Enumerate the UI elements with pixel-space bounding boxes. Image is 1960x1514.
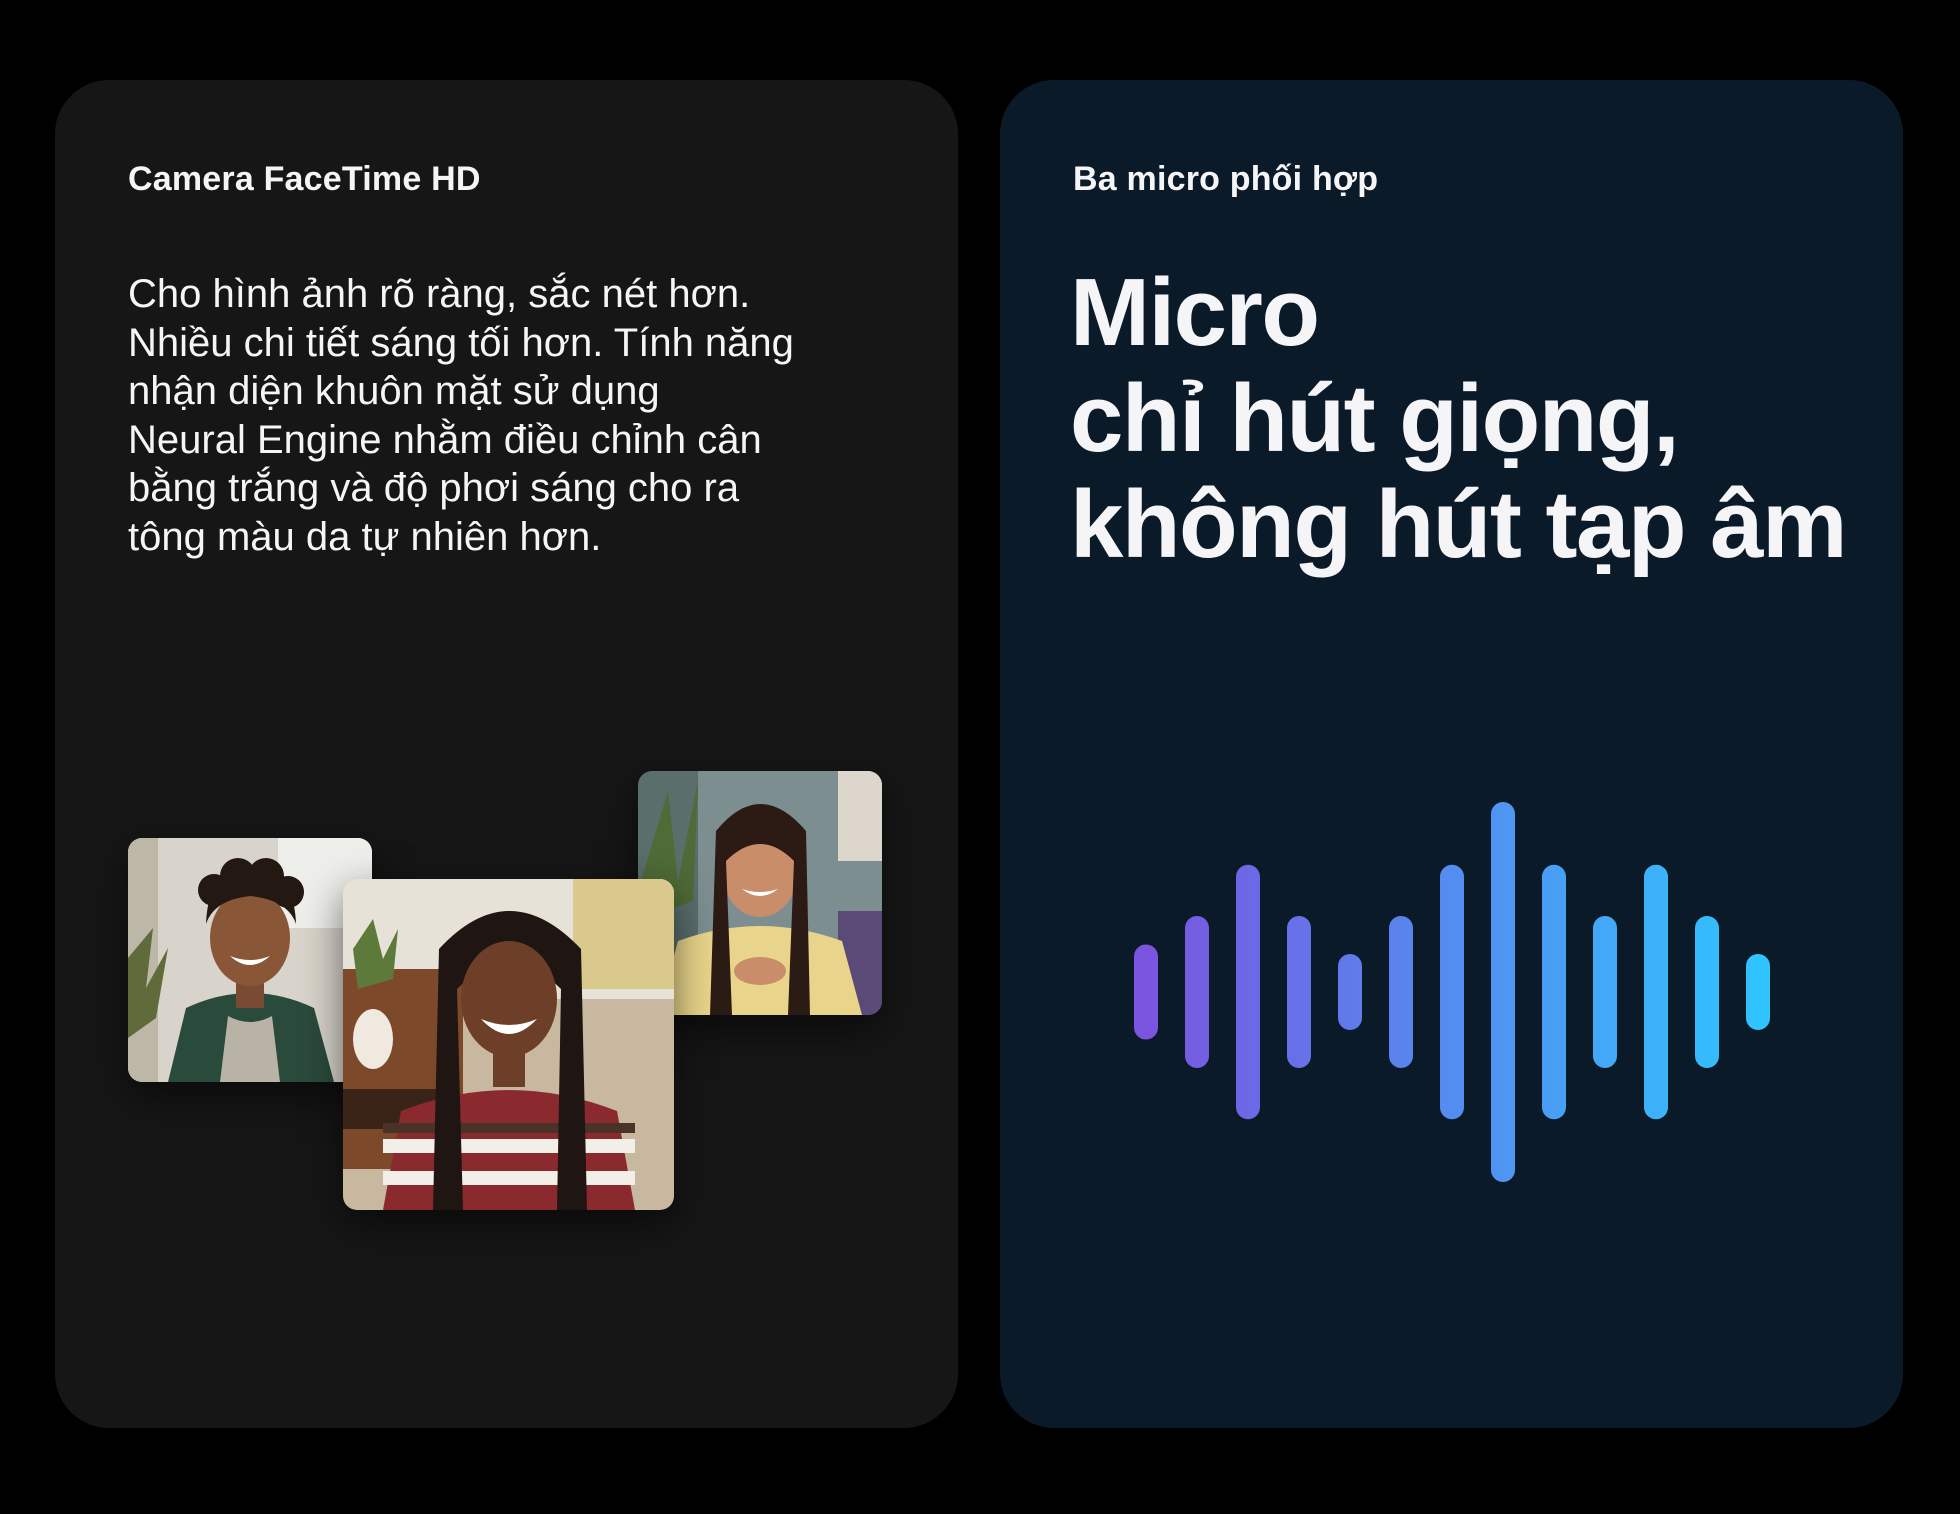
- waveform-bar: [1287, 916, 1311, 1068]
- body-line: Nhiều chi tiết sáng tối hơn. Tính năng: [128, 320, 794, 365]
- waveform-bar: [1440, 864, 1464, 1120]
- facetime-tile-boy: [128, 838, 372, 1082]
- waveform-bar: [1593, 916, 1617, 1068]
- person-illustration: [343, 879, 674, 1210]
- facetime-camera-card: Camera FaceTime HD Cho hình ảnh rõ ràng,…: [55, 80, 958, 1428]
- body-line: bằng trắng và độ phơi sáng cho ra: [128, 466, 740, 510]
- facetime-tile-girl-right: [638, 771, 882, 1015]
- facetime-tile-girl-center: [343, 879, 674, 1210]
- body-line: tông màu da tự nhiên hơn.: [128, 514, 602, 559]
- waveform-bar: [1389, 916, 1413, 1068]
- microphone-card: Ba micro phối hợp Micro chỉ hút giọng, k…: [1000, 80, 1903, 1428]
- waveform-bar: [1338, 954, 1362, 1030]
- card-eyebrow: Camera FaceTime HD: [128, 160, 481, 198]
- card-body-copy: Cho hình ảnh rõ ràng, sắc nét hơn. Nhiều…: [128, 270, 868, 561]
- waveform-bar: [1185, 916, 1209, 1068]
- body-line: Neural Engine nhằm điều chỉnh cân: [128, 417, 762, 462]
- waveform-bar: [1746, 954, 1770, 1030]
- body-line: Cho hình ảnh rõ ràng, sắc nét hơn.: [128, 272, 751, 316]
- waveform-bar: [1644, 864, 1668, 1120]
- audio-waveform-icon: [1134, 802, 1770, 1182]
- waveform-bar: [1542, 864, 1566, 1120]
- waveform-bar: [1491, 802, 1515, 1182]
- waveform-bar: [1236, 864, 1260, 1120]
- waveform-bar: [1695, 916, 1719, 1068]
- waveform-bar: [1134, 944, 1158, 1040]
- person-illustration: [638, 771, 882, 1015]
- person-illustration: [128, 838, 372, 1082]
- body-line: nhận diện khuôn mặt sử dụng: [128, 369, 660, 413]
